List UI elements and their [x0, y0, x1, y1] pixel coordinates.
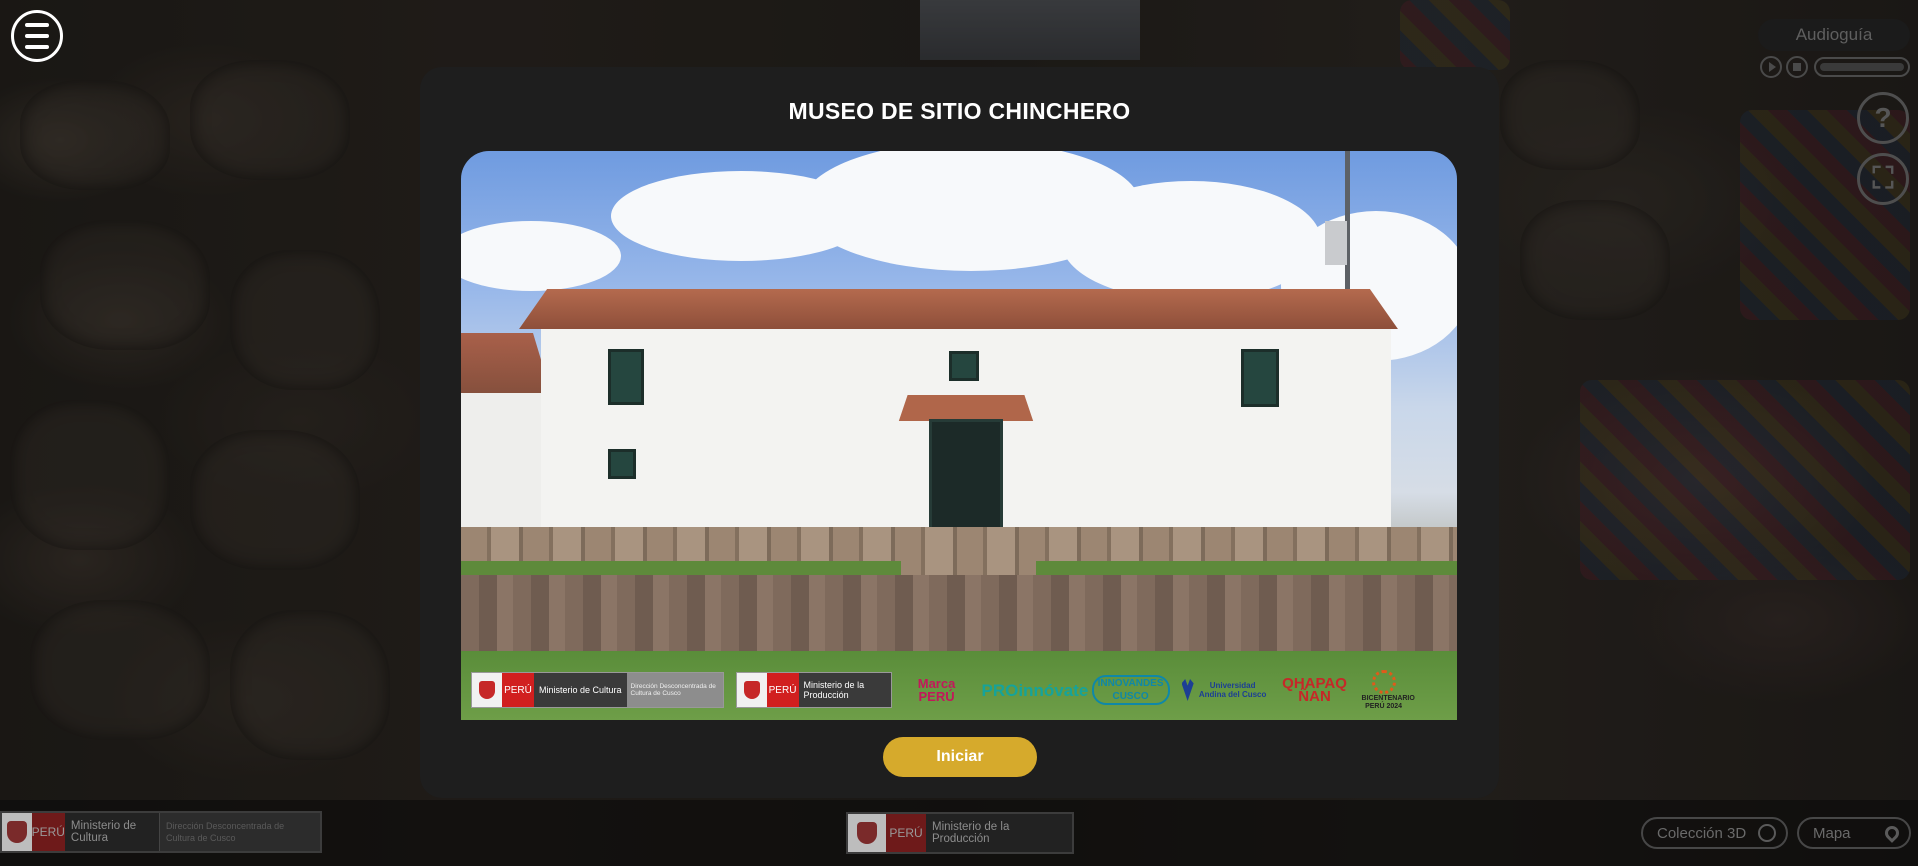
peru-crest-icon — [736, 673, 767, 707]
cultura-name: Ministerio de Cultura — [534, 673, 627, 707]
logo-ministerio-cultura: PERÚ Ministerio de Cultura Dirección Des… — [471, 672, 724, 708]
logo-marca-peru: Marca PERÚ — [917, 676, 956, 704]
bicentenario-ring-icon — [1371, 669, 1396, 694]
bicentenario-name: BICENTENARIO PERÚ 2024 — [1361, 694, 1415, 710]
condor-icon — [1181, 679, 1194, 701]
logo-qhapaq-nan: QHAPAQ ÑAN — [1282, 675, 1347, 705]
coleccion-3d-label: Colección 3D — [1657, 824, 1747, 842]
audio-guide-label: Audioguía — [1758, 19, 1910, 51]
coleccion-3d-button[interactable]: Colección 3D — [1641, 817, 1788, 849]
museum-side-roof — [461, 333, 551, 393]
logo-universidad-andina: Universidad Andina del Cusco — [1181, 679, 1268, 701]
window — [608, 449, 636, 479]
start-button[interactable]: Iniciar — [883, 737, 1037, 777]
peru-crest-icon — [848, 814, 886, 852]
grass-strip — [1036, 561, 1457, 575]
museum-roof — [519, 289, 1398, 329]
intro-modal: MUSEO DE SITIO CHINCHERO PERÚ Ministerio… — [420, 67, 1499, 798]
window — [949, 351, 979, 381]
window — [1241, 349, 1279, 407]
peru-mark: PERÚ — [886, 814, 926, 852]
cultura-sub: Dirección Desconcentrada de Cultura de C… — [626, 673, 723, 707]
modal-title: MUSEO DE SITIO CHINCHERO — [788, 98, 1131, 124]
cultura-name: Ministerio de Cultura — [70, 820, 137, 844]
stop-icon — [1793, 63, 1801, 71]
location-pin-icon — [1882, 823, 1902, 843]
grass-strip — [461, 561, 901, 575]
museum-photo: PERÚ Ministerio de Cultura Dirección Des… — [461, 151, 1457, 720]
help-button[interactable]: ? — [1857, 92, 1909, 144]
help-icon: ? — [1874, 102, 1892, 133]
fullscreen-icon: ⛶ — [1872, 162, 1894, 195]
menu-icon-bar — [25, 45, 49, 49]
menu-icon-bar — [25, 23, 49, 27]
produccion-name: Ministerio de la Producción — [803, 680, 865, 700]
audio-progress-track — [1820, 63, 1904, 71]
map-button[interactable]: Mapa — [1797, 817, 1911, 849]
logo-innovandes: INNOVANDES CUSCO — [1091, 675, 1170, 705]
utility-box — [1325, 221, 1347, 265]
cube-icon — [1758, 824, 1776, 842]
peru-mark: PERÚ — [766, 673, 799, 707]
cultura-sub: Dirección Desconcentrada de Cultura de C… — [159, 813, 320, 851]
logo-ministerio-produccion: PERÚ Ministerio de la Producción — [735, 672, 892, 708]
door-roof — [898, 395, 1034, 421]
window — [608, 349, 644, 405]
play-icon — [1768, 62, 1776, 72]
logo-bicentenario: BICENTENARIO PERÚ 2024 — [1362, 669, 1415, 711]
uandina-name: Universidad Andina del Cusco — [1198, 681, 1267, 699]
fullscreen-button[interactable]: ⛶ — [1857, 153, 1909, 205]
cloud — [461, 221, 621, 291]
map-label: Mapa — [1813, 824, 1851, 842]
audio-progress-slider[interactable] — [1814, 57, 1910, 77]
peru-crest-icon — [472, 673, 502, 707]
menu-button[interactable] — [11, 10, 63, 62]
peru-mark: PERÚ — [31, 813, 65, 851]
footer-logo-produccion: PERÚ Ministerio de la Producción — [846, 812, 1074, 854]
logo-proinnovate: PROinnóvate — [981, 680, 1089, 700]
produccion-name: Ministerio de la Producción — [932, 821, 1010, 845]
audio-stop-button[interactable] — [1786, 56, 1808, 78]
sponsor-logos: PERÚ Ministerio de Cultura Dirección Des… — [471, 669, 1447, 711]
peru-mark: PERÚ — [502, 673, 534, 707]
audio-play-button[interactable] — [1760, 56, 1782, 78]
peru-crest-icon — [2, 813, 32, 851]
footer-logo-cultura: PERÚ Ministerio de Cultura Dirección Des… — [0, 811, 322, 853]
menu-icon-bar — [25, 34, 49, 38]
